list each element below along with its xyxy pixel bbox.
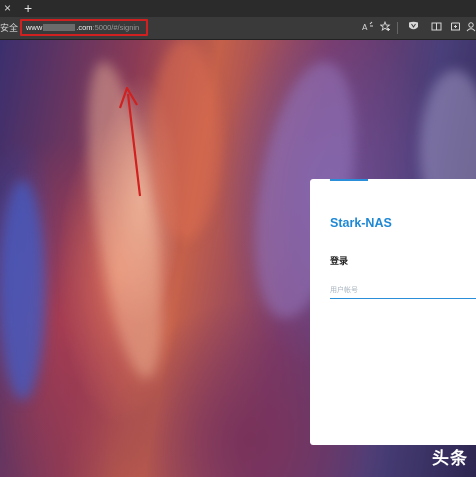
extension-shield-icon[interactable] <box>408 21 419 36</box>
security-label[interactable]: 安全 <box>0 21 18 34</box>
favorites-star-icon[interactable] <box>379 20 391 36</box>
card-tab-indicator <box>330 179 368 181</box>
close-tab-icon[interactable]: × <box>4 1 11 15</box>
profile-icon[interactable] <box>466 21 476 36</box>
tab-bar: × + <box>0 0 476 17</box>
username-input[interactable] <box>330 282 476 299</box>
svg-text:A: A <box>362 23 368 32</box>
canyon-blue-wall <box>0 180 45 400</box>
collections-icon[interactable] <box>450 21 461 36</box>
toolbar-separator <box>397 22 398 34</box>
url-highlight-box <box>20 19 148 36</box>
brand-name: Stark-NAS <box>330 216 392 230</box>
new-tab-button[interactable]: + <box>24 0 32 16</box>
annotation-arrow-icon <box>118 86 142 197</box>
read-aloud-icon[interactable]: A <box>362 21 373 36</box>
login-title: 登录 <box>330 256 349 266</box>
login-card: Stark-NAS 登录 <box>310 179 476 445</box>
split-screen-icon[interactable] <box>431 21 442 36</box>
watermark-logo: 头条 <box>432 449 468 469</box>
address-bar: 安全 www .com :5000/#/signin A <box>0 17 476 40</box>
